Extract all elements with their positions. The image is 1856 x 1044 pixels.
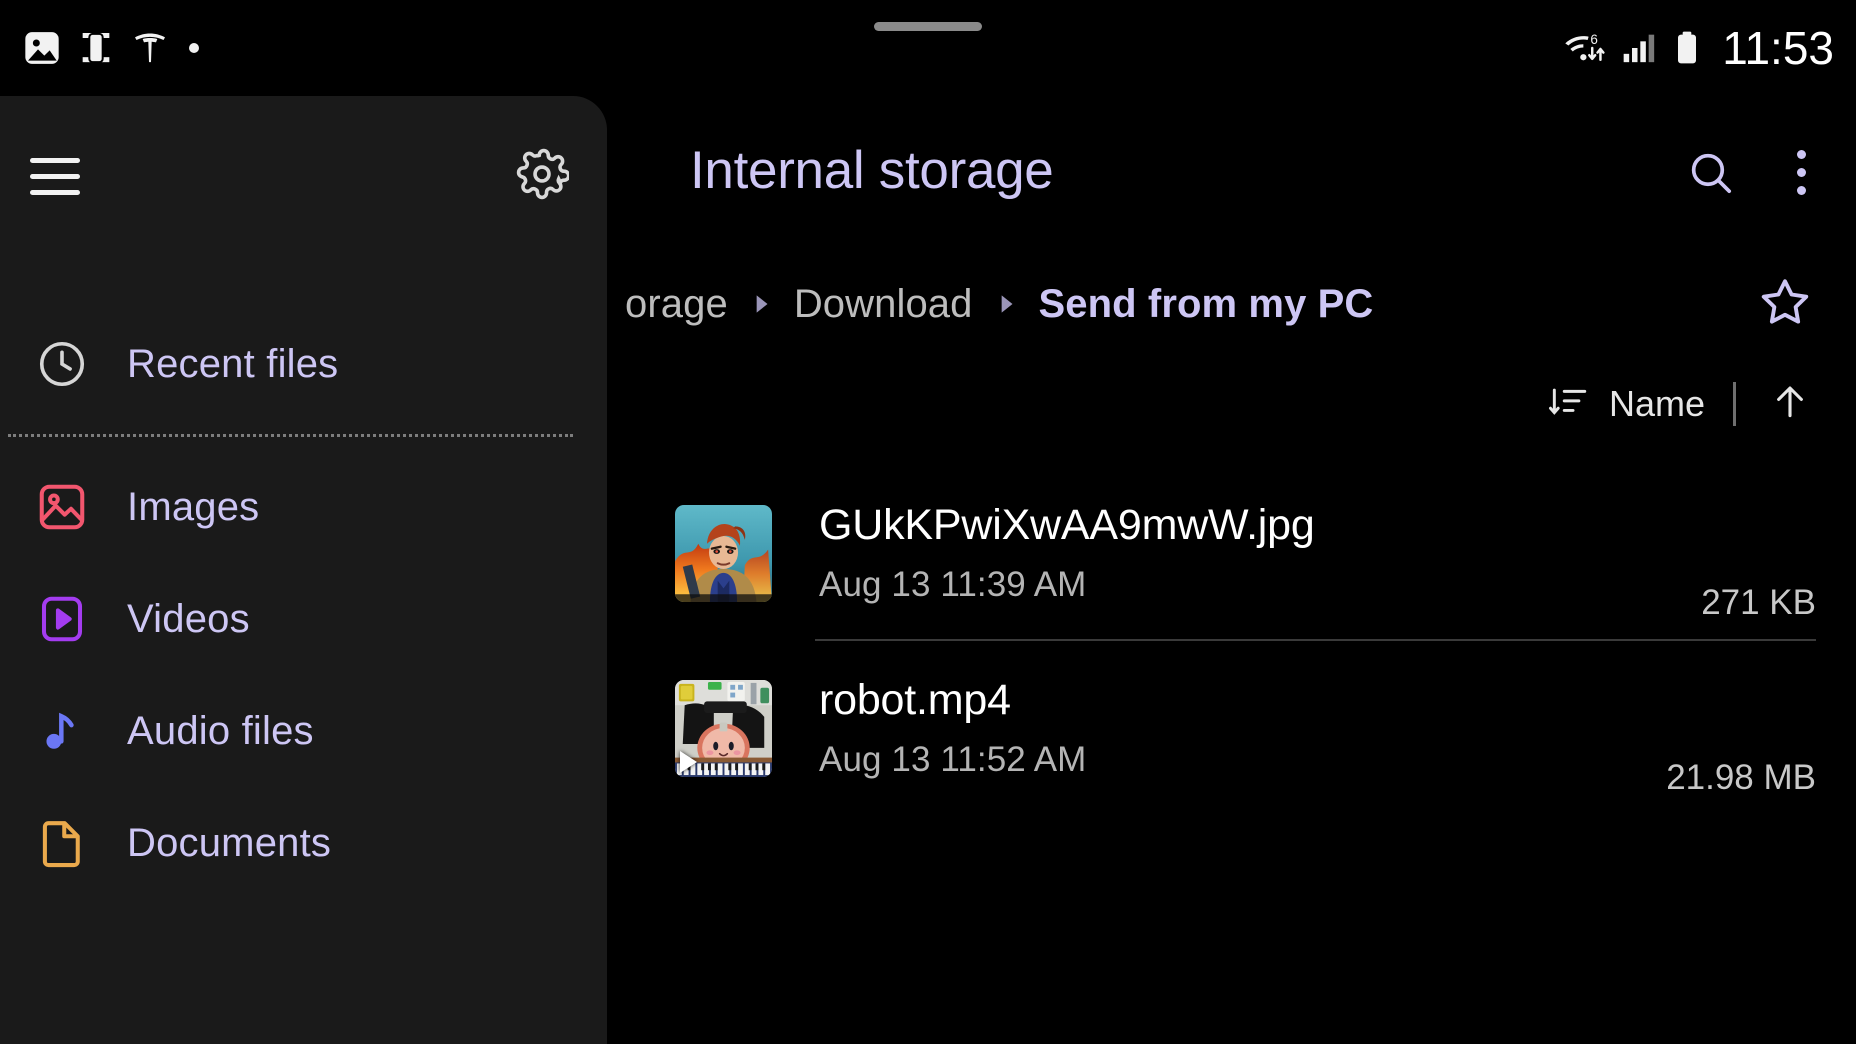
breadcrumb-row: orage Download Send from my PC xyxy=(607,261,1856,347)
chevron-right-icon xyxy=(979,291,1033,317)
file-size: 21.98 MB xyxy=(1666,758,1816,797)
hamburger-menu-icon[interactable] xyxy=(30,148,86,204)
star-outline-icon[interactable] xyxy=(1756,273,1814,336)
sort-field-button[interactable]: Name xyxy=(1547,380,1705,429)
play-overlay-icon xyxy=(680,751,697,773)
window-drag-handle[interactable] xyxy=(874,22,982,31)
tesla-icon xyxy=(135,33,165,63)
drawer-header xyxy=(0,96,607,256)
navigation-drawer: Recent files Images Videos Audio files D… xyxy=(0,96,607,1044)
sidebar-item-label: Images xyxy=(127,484,260,529)
app-bar: Internal storage xyxy=(607,96,1856,236)
sidebar-divider xyxy=(8,434,573,437)
more-vertical-icon[interactable] xyxy=(1783,144,1820,201)
breadcrumb-item[interactable]: orage xyxy=(619,282,734,327)
sort-row: Name xyxy=(607,366,1856,442)
clock-icon xyxy=(14,337,110,391)
status-clock: 11:53 xyxy=(1722,22,1834,74)
sort-divider xyxy=(1733,382,1736,426)
svg-text:6: 6 xyxy=(1591,32,1599,47)
search-icon[interactable] xyxy=(1685,147,1737,199)
app-bar-actions xyxy=(1685,144,1820,201)
sort-descending-icon xyxy=(1547,380,1591,429)
sort-field-label: Name xyxy=(1608,383,1705,424)
file-size: 271 KB xyxy=(1701,583,1816,622)
gear-icon[interactable] xyxy=(515,147,571,206)
status-bar-right-icons: 6 11:53 xyxy=(1562,25,1834,71)
page-title: Internal storage xyxy=(690,141,1054,200)
table-row[interactable]: GUkKPwiXwAA9mwW.jpg Aug 13 11:39 AM 271 … xyxy=(607,466,1856,641)
sidebar-item-label: Recent files xyxy=(127,341,339,386)
sidebar-item-audio-files[interactable]: Audio files xyxy=(0,675,607,787)
wifi-6-icon: 6 xyxy=(1565,32,1605,62)
file-info: robot.mp4 Aug 13 11:52 AM xyxy=(819,677,1666,780)
arrow-up-icon[interactable] xyxy=(1764,380,1816,429)
image-icon xyxy=(14,480,110,534)
sidebar-item-label: Videos xyxy=(127,596,250,641)
battery-full-icon xyxy=(1678,31,1697,64)
music-note-icon xyxy=(14,704,110,758)
video-play-icon xyxy=(14,592,110,646)
chevron-right-icon xyxy=(734,291,788,317)
file-browser-panel: Internal storage orage Download Send fro… xyxy=(607,96,1856,1044)
breadcrumb-item-current[interactable]: Send from my PC xyxy=(1033,282,1380,327)
breadcrumb-item[interactable]: Download xyxy=(788,282,979,327)
file-info: GUkKPwiXwAA9mwW.jpg Aug 13 11:39 AM xyxy=(819,502,1701,605)
comic-character-thumbnail xyxy=(675,505,772,602)
file-name: robot.mp4 xyxy=(819,676,1011,724)
file-date: Aug 13 11:39 AM xyxy=(819,565,1087,605)
sidebar-item-videos[interactable]: Videos xyxy=(0,563,607,675)
sidebar-item-label: Audio files xyxy=(127,708,314,753)
breadcrumb: orage Download Send from my PC xyxy=(607,282,1746,327)
file-name: GUkKPwiXwAA9mwW.jpg xyxy=(819,501,1315,549)
screen-cast-icon xyxy=(82,32,110,64)
cellular-signal-icon xyxy=(1623,34,1655,63)
status-bar: 6 11:53 xyxy=(0,0,1856,96)
status-bar-left-icons xyxy=(22,28,204,68)
sidebar-item-recent-files[interactable]: Recent files xyxy=(0,308,607,420)
table-row[interactable]: robot.mp4 Aug 13 11:52 AM 21.98 MB xyxy=(607,641,1856,816)
file-list: GUkKPwiXwAA9mwW.jpg Aug 13 11:39 AM 271 … xyxy=(607,466,1856,816)
file-date: Aug 13 11:52 AM xyxy=(819,740,1087,780)
sidebar-item-label: Documents xyxy=(127,820,332,865)
sidebar-item-images[interactable]: Images xyxy=(0,451,607,563)
sidebar-item-documents[interactable]: Documents xyxy=(0,787,607,899)
drum-kit-thumbnail xyxy=(675,680,772,777)
document-icon xyxy=(14,816,110,870)
dot-indicator-icon xyxy=(189,43,199,53)
photo-icon xyxy=(25,32,59,64)
